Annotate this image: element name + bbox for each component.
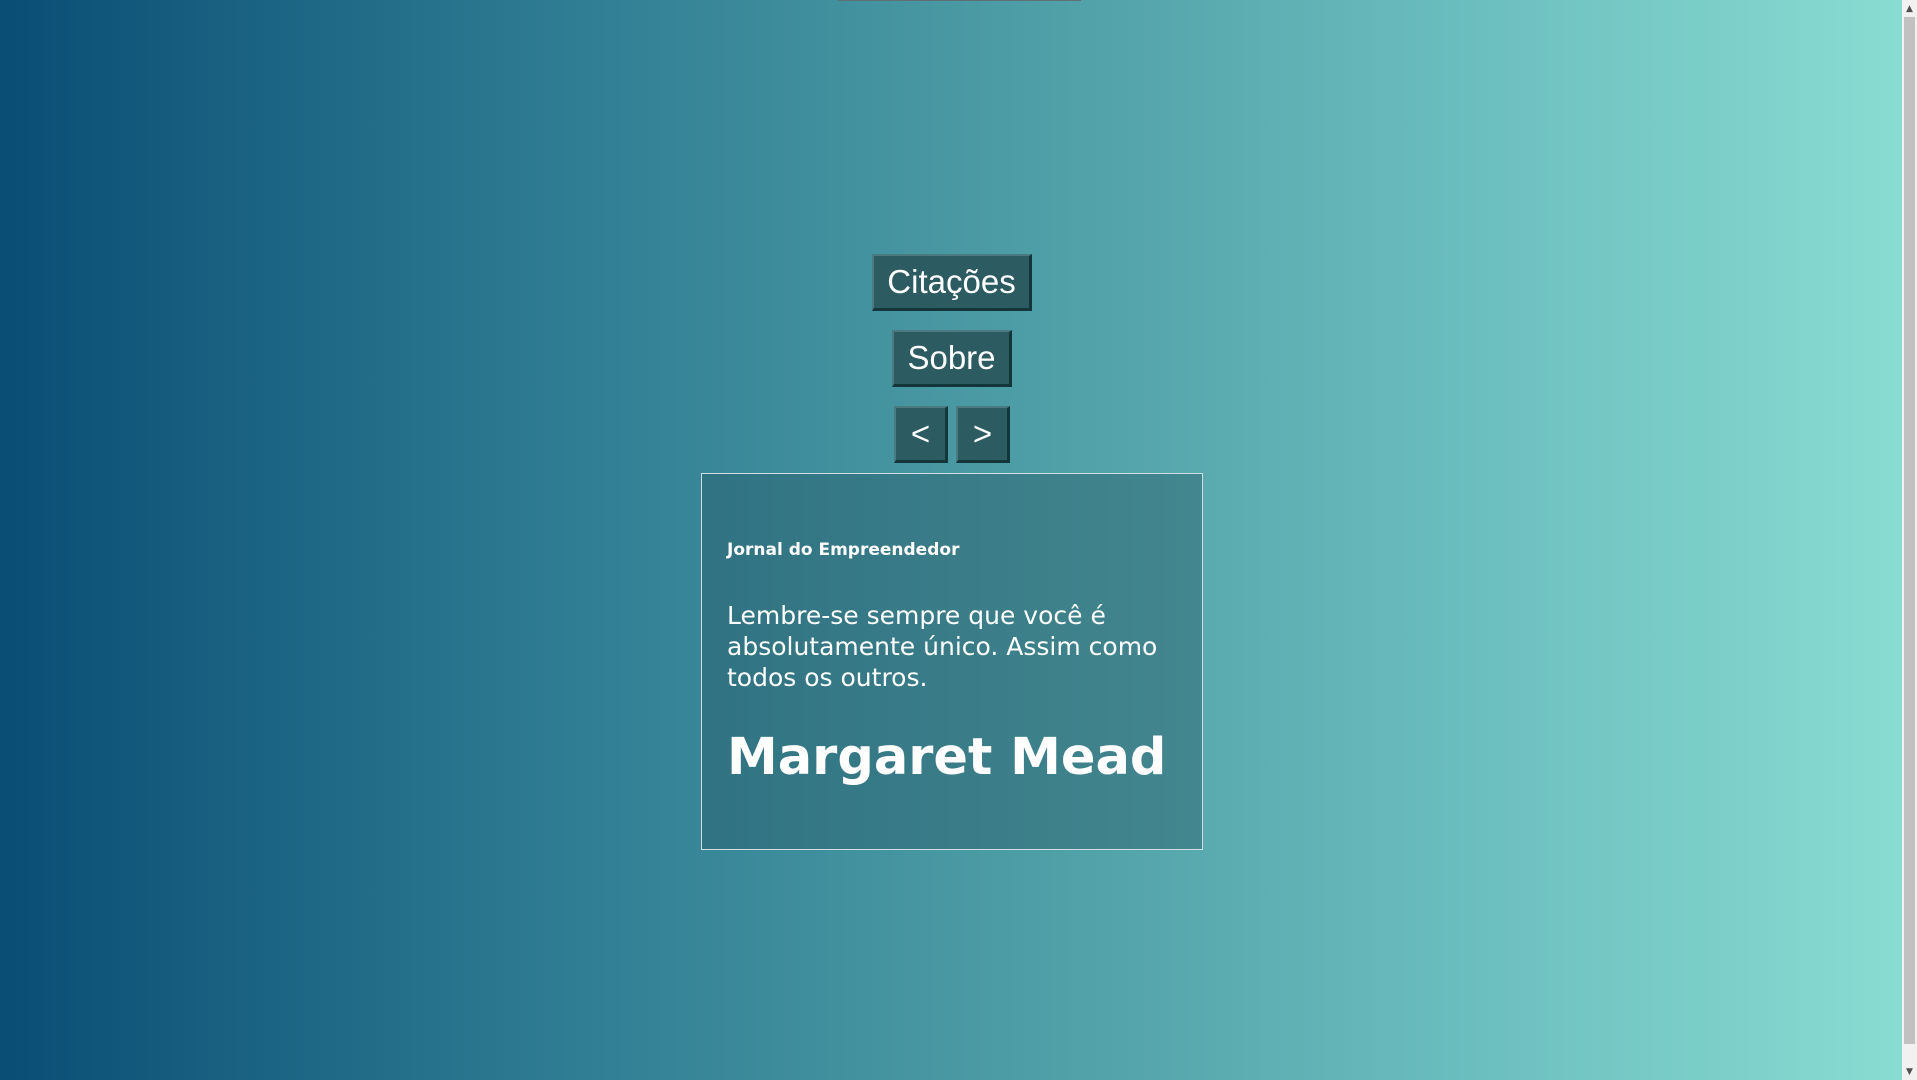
scroll-up-icon[interactable]: ▲ <box>1902 0 1917 17</box>
vertical-scrollbar[interactable]: ▲ ▼ <box>1902 0 1917 1080</box>
scrollbar-thumb[interactable] <box>1904 17 1915 1044</box>
quote-text: Lembre-se sempre que você é absolutament… <box>727 601 1158 692</box>
quote-card: Jornal do Empreendedor Lembre-se sempre … <box>701 473 1203 850</box>
citacoes-button[interactable]: Citações <box>872 254 1032 311</box>
top-divider <box>838 0 1081 1</box>
scroll-down-icon[interactable]: ▼ <box>1902 1063 1917 1080</box>
page-background: Citações Sobre < > Jornal do Empreendedo… <box>0 0 1902 1080</box>
previous-quote-button[interactable]: < <box>894 406 948 463</box>
quote-author: Margaret Mead <box>727 728 1167 787</box>
next-quote-button[interactable]: > <box>956 406 1010 463</box>
sobre-button[interactable]: Sobre <box>892 330 1012 387</box>
quote-source: Jornal do Empreendedor <box>727 540 960 560</box>
